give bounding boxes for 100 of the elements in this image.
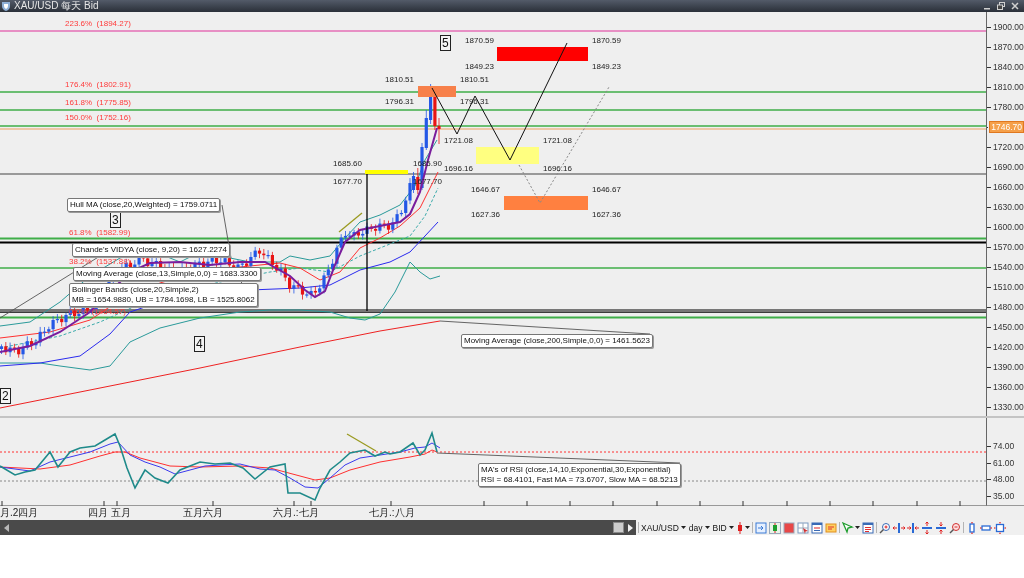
wave-label: 4 xyxy=(194,336,205,352)
caret-icon xyxy=(680,526,686,529)
restore-button[interactable] xyxy=(997,2,1005,10)
card-icon xyxy=(824,521,837,534)
horizontal-bar-arrows-out-icon xyxy=(920,521,933,534)
price-axis-label: 1600.00 xyxy=(993,221,1024,233)
zone-price-label: 1849.23 xyxy=(592,62,621,72)
price-type-dropdown[interactable]: BID xyxy=(712,521,734,534)
caret-icon xyxy=(744,526,750,529)
price-axis-label: 1780.00 xyxy=(993,101,1024,113)
time-axis-label: 六月.:七月 xyxy=(273,507,319,519)
cursor-arrow-icon xyxy=(841,521,854,534)
price-axis-label: 1570.00 xyxy=(993,241,1024,253)
vertical-bar-arrows-out-icon xyxy=(892,521,905,534)
zone-price-label: 1810.51 xyxy=(460,75,489,85)
rsi-axis-label: 35.00 xyxy=(993,490,1015,502)
price-axis-label: 1840.00 xyxy=(993,61,1024,73)
indicator-text: Hull MA (close,20,Weighted) = 1759.0711 xyxy=(70,200,218,210)
fib-level-label: 223.6% (1894.27) xyxy=(65,19,131,29)
toolbar-button[interactable] xyxy=(892,521,905,534)
caret-icon xyxy=(854,526,860,529)
zone-price-label: 1810.51 xyxy=(385,75,414,85)
symbol-dropdown[interactable]: XAU/USD xyxy=(641,521,686,534)
indicator-text: MA's of RSI (close,14,10,Exponential,30,Exponential) xyxy=(481,465,672,475)
price-axis-label: 1390.00 xyxy=(993,361,1024,373)
indicator-text: Moving Average (close,200,Simple,0,0) = 1461.5623 xyxy=(464,336,650,346)
indicator-text: RSI = 68.4101, Fast MA = 73.6707, Slow MA = 68.5213 xyxy=(481,475,678,485)
price-axis-label: 1450.00 xyxy=(993,321,1024,333)
toolbar-button[interactable] xyxy=(920,521,933,534)
horizontal-scrollbar[interactable] xyxy=(0,520,636,535)
time-axis-label: 七月.:八月 xyxy=(369,507,415,519)
price-axis-label: 1690.00 xyxy=(993,161,1024,173)
toolbar-button[interactable] xyxy=(782,521,795,534)
time-axis-label: 月.2四月 xyxy=(0,507,39,519)
price-axis-label: 1510.00 xyxy=(993,281,1024,293)
current-price-badge: 1746.70 xyxy=(989,121,1024,133)
trend-line xyxy=(338,212,363,233)
indicator-text: Moving Average (close,13,Simple,0,0) = 1683.3300 xyxy=(76,269,258,279)
caret-icon xyxy=(728,526,734,529)
zone-price-label: 1627.36 xyxy=(471,210,500,220)
zone-price-label: 1646.67 xyxy=(471,185,500,195)
rsi-axis-label: 48.00 xyxy=(993,474,1015,485)
zone-price-label: 1721.08 xyxy=(543,136,572,146)
price-axis-label: 1660.00 xyxy=(993,181,1024,193)
indicator-text: Bollinger Bands (close,20,Simple,2) xyxy=(72,285,200,295)
wave-label: 2 xyxy=(0,388,11,404)
right-triangle-icon xyxy=(627,523,633,532)
scroll-right-button[interactable] xyxy=(626,522,634,533)
square-icon xyxy=(782,521,795,534)
zone-price-label: 1721.08 xyxy=(444,136,473,146)
scrollbar-thumb[interactable] xyxy=(613,522,624,533)
close-icon xyxy=(1011,2,1019,10)
toolbar-button[interactable] xyxy=(906,521,919,534)
toolbar-button[interactable] xyxy=(993,521,1006,534)
zone-price-label: 1849.23 xyxy=(465,62,494,72)
list-window-icon xyxy=(861,521,874,534)
vertical-bar-arrows-in-icon xyxy=(906,521,919,534)
toolbar-button[interactable] xyxy=(934,521,947,534)
timeframe-dropdown[interactable]: day xyxy=(688,521,710,534)
zone-price-label: 1870.59 xyxy=(465,36,494,46)
zone-price-label: 1796.31 xyxy=(385,97,414,107)
window-title: XAU/USD 每天 Bid xyxy=(14,0,99,12)
zone-price-label: 1646.67 xyxy=(592,185,621,195)
time-axis-label: 四月 五月 xyxy=(88,507,131,519)
zone-price-label: 1627.36 xyxy=(592,210,621,220)
zoom-out-icon xyxy=(948,521,961,534)
scroll-left-button[interactable] xyxy=(2,522,10,533)
rsi-axis-label: 74.00 xyxy=(993,441,1015,452)
price-axis-label: 1360.00 xyxy=(993,381,1024,393)
candle-icon xyxy=(736,521,743,534)
toolbar-button[interactable] xyxy=(796,521,809,534)
chart-type-dropdown[interactable] xyxy=(736,521,750,534)
price-axis-label: 1810.00 xyxy=(993,81,1024,93)
toolbar-button[interactable] xyxy=(861,521,874,534)
toolbar-button[interactable] xyxy=(824,521,837,534)
toolbar-button[interactable] xyxy=(768,521,781,534)
rsi-axis-label: 61.00 xyxy=(993,457,1015,469)
price-axis-label: 1480.00 xyxy=(993,301,1024,313)
indicator-text: Chande's VIDYA (close, 9,20) = 1627.2274 xyxy=(75,245,227,255)
zone-price-label: 1696.16 xyxy=(543,164,572,174)
fib-level-label: 176.4% (1802.91) xyxy=(65,80,131,90)
price-axis-label: 1870.00 xyxy=(993,41,1024,53)
grid-cursor-icon xyxy=(796,521,809,534)
price-axis-label: 1330.00 xyxy=(993,401,1024,413)
zoom-in-icon xyxy=(878,521,891,534)
zone-price-label: 1870.59 xyxy=(592,36,621,46)
fib-level-label: 61.8% (1582.99) xyxy=(69,227,131,238)
cursor-dropdown[interactable] xyxy=(841,521,860,534)
toolbar-button[interactable] xyxy=(948,521,961,534)
caret-icon xyxy=(704,526,710,529)
toolbar-button[interactable] xyxy=(810,521,823,534)
indicator-text: MB = 1654.9880, UB = 1784.1698, LB = 1525.8062 xyxy=(72,295,255,305)
wave-label: 5 xyxy=(440,35,451,51)
price-axis-label: 1420.00 xyxy=(993,341,1024,353)
toolbar-button[interactable] xyxy=(754,521,767,534)
close-button[interactable] xyxy=(1011,2,1019,10)
zone-price-label: 1685.60 xyxy=(333,159,362,169)
toolbar-button[interactable] xyxy=(878,521,891,534)
zone-price-label: 1677.70 xyxy=(333,177,362,187)
price-axis-label: 1540.00 xyxy=(993,261,1024,273)
